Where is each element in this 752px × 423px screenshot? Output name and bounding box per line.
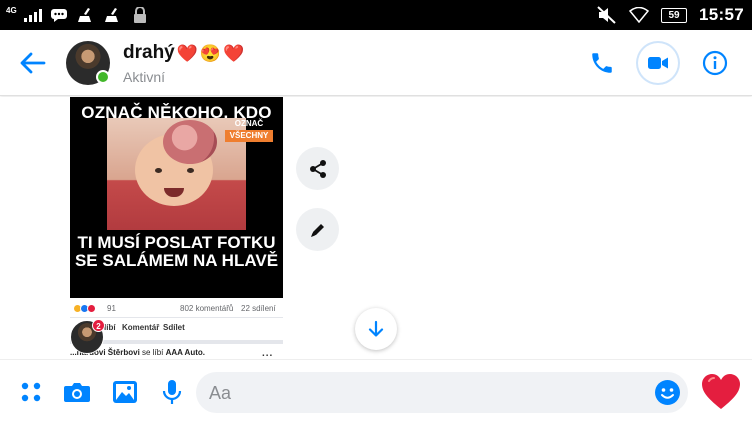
heart-eyes-emoji: 😍 xyxy=(199,43,222,63)
info-icon xyxy=(702,50,728,76)
meme-bottom-text: TI MUSÍ POSLAT FOTKU SE SALÁMEM NA HLAVĚ xyxy=(74,233,279,270)
emoji-button[interactable] xyxy=(654,379,681,406)
message-notification-icon xyxy=(49,7,69,23)
smiley-icon xyxy=(655,380,680,405)
heart-emoji: ❤️ xyxy=(176,43,198,63)
wifi-icon xyxy=(629,7,650,23)
cleaner-icon xyxy=(103,7,123,23)
voice-message-button[interactable] xyxy=(157,377,187,407)
info-button[interactable] xyxy=(697,45,733,81)
status-bar-left: 4G xyxy=(6,5,150,25)
gallery-button[interactable] xyxy=(110,377,140,407)
video-call-button[interactable] xyxy=(638,43,678,83)
status-bar-right: 59 15:57 xyxy=(597,4,744,26)
share-action[interactable]: Sdílet xyxy=(163,323,185,332)
video-camera-icon xyxy=(648,57,668,69)
signal-icon xyxy=(23,8,42,22)
contact-name-text: drahý xyxy=(123,42,175,63)
message-list[interactable]: OZNAČ NĚKOHO, KDO OZNAČ VŠECHNY TI MUSÍ … xyxy=(0,97,752,359)
share-icon xyxy=(309,159,326,178)
post-reactions-row: 91 802 komentářů 22 sdílení xyxy=(70,303,283,317)
send-heart-button[interactable] xyxy=(700,372,742,412)
shares-count[interactable]: 22 sdílení xyxy=(241,304,276,313)
battery-level: 59 xyxy=(661,7,688,23)
activity-page[interactable]: AAA Auto. xyxy=(166,348,205,357)
cleaner-icon xyxy=(76,7,96,23)
reactions-count: 91 xyxy=(107,304,116,313)
more-actions-button[interactable] xyxy=(16,377,46,407)
phone-icon xyxy=(592,53,612,73)
salami-slice xyxy=(163,120,217,164)
activity-verb: se líbí xyxy=(139,348,166,357)
conversation-header: drahý ❤️ 😍 ❤️ Aktivní xyxy=(0,30,752,96)
like-action[interactable]: líbí xyxy=(104,323,116,332)
meme-image[interactable]: OZNAČ NĚKOHO, KDO OZNAČ VŠECHNY TI MUSÍ … xyxy=(70,97,283,298)
contact-status: Aktivní xyxy=(123,69,166,85)
contact-name[interactable]: drahý ❤️ 😍 ❤️ xyxy=(123,42,244,64)
comment-action[interactable]: Komentář xyxy=(122,323,159,332)
love-reaction-icon xyxy=(87,304,96,313)
messenger-conversation: 4G 59 15:57 drahý ❤️ 😍 ❤️ Aktivní OZNAČ … xyxy=(0,0,752,423)
message-input-placeholder: Aa xyxy=(209,383,232,403)
notification-badge: 2 xyxy=(92,319,105,332)
share-button[interactable] xyxy=(296,147,339,190)
reaction-icons xyxy=(73,304,96,313)
meme-tag-small: OZNAČ xyxy=(234,119,264,128)
grid-dots-icon xyxy=(21,382,41,402)
divider xyxy=(70,317,283,318)
arrow-down-icon xyxy=(368,320,384,337)
camera-icon xyxy=(64,383,90,402)
baby-eye xyxy=(187,168,194,173)
status-bar: 4G 59 15:57 xyxy=(0,0,752,30)
baby-eye xyxy=(155,168,162,173)
online-indicator xyxy=(96,70,110,84)
heart-icon xyxy=(702,374,740,409)
meme-tag-orange: VŠECHNY xyxy=(225,130,273,142)
scroll-to-bottom-button[interactable] xyxy=(355,308,397,350)
more-options-icon[interactable]: ... xyxy=(262,348,273,359)
camera-button[interactable] xyxy=(62,377,92,407)
clock: 15:57 xyxy=(699,5,744,24)
comments-count[interactable]: 802 komentářů xyxy=(180,304,233,313)
heart-emoji: ❤️ xyxy=(223,43,245,63)
mute-icon xyxy=(597,6,617,24)
network-type: 4G xyxy=(6,5,17,15)
lock-icon xyxy=(130,7,150,23)
activity-line: ...hardovi Štěrbovi se líbí AAA Auto. xyxy=(70,348,283,357)
voice-call-button[interactable] xyxy=(584,45,620,81)
back-arrow-icon[interactable] xyxy=(18,48,48,78)
image-icon xyxy=(113,381,137,403)
message-input[interactable]: Aa xyxy=(196,372,688,413)
edit-button[interactable] xyxy=(296,208,339,251)
microphone-icon xyxy=(162,380,182,404)
pencil-icon xyxy=(310,223,324,237)
message-composer: Aa xyxy=(0,359,752,423)
